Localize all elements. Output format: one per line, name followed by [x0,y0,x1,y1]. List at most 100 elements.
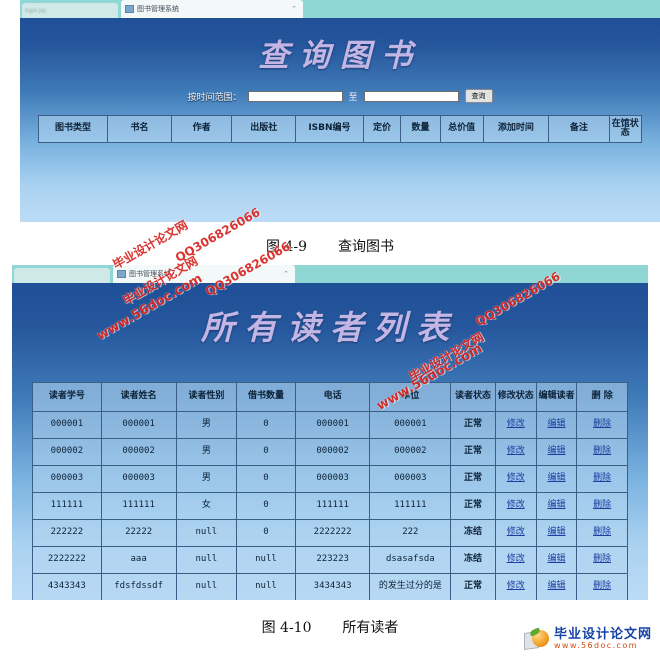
reader-borrowed-count: null [236,546,296,574]
edit-status-link[interactable]: 修改 [507,527,525,537]
reader-phone: 111111 [294,492,371,520]
readers-col-editstatus: 修改状态 [494,382,537,412]
books-col-instock: 在馆状态 [608,115,642,143]
reader-id: 111111 [32,492,102,520]
edit-status-link-cell: 修改 [494,492,537,520]
status-badge: 冻结 [450,546,496,574]
edit-status-link-cell: 修改 [494,438,537,466]
readers-col-editreader: 编辑读者 [535,382,578,412]
reader-phone: 000001 [294,411,371,439]
reader-sex: null [175,546,238,574]
date-range-separator: 至 [348,92,358,103]
table-row: 4343343 fdsfdssdf null null 3434343 的发生过分的是 正常… [32,573,628,600]
delete-link[interactable]: 删除 [593,581,611,591]
reader-phone: 3434343 [294,573,371,600]
site-logo: 毕业设计论文网 www.56doc.com [523,627,652,651]
status-badge: 正常 [450,573,496,600]
screenshot-query-books: login.jsp 图书管理系统 ⌃ 查询图书 按时间范围： 至 查询 图书类型… [20,0,660,222]
edit-reader-link[interactable]: 编辑 [547,473,565,483]
browser-active-tab[interactable]: 图书管理系统 ⌃ [121,0,303,18]
delete-link[interactable]: 删除 [593,554,611,564]
delete-link-cell: 删除 [576,438,628,466]
page-title: 查询图书 [258,38,422,74]
chevron-up-icon[interactable]: ⌃ [291,5,297,13]
reader-id: 4343343 [32,573,102,600]
figure-caption-1: 图 4-9 查询图书 [0,236,660,256]
reader-sex: 男 [175,411,238,439]
edit-reader-link[interactable]: 编辑 [547,554,565,564]
screenshot-all-readers: 图书管理系统 ⌃ 所有读者列表 读者学号 读者姓名 读者性别 借书数量 电话 单… [12,265,648,600]
status-badge: 正常 [450,492,496,520]
date-to-input[interactable] [363,90,459,102]
delete-link[interactable]: 删除 [593,419,611,429]
chevron-up-icon[interactable]: ⌃ [283,270,289,278]
browser-tab-strip-empty [303,0,660,18]
reader-sex: null [175,519,238,547]
edit-reader-link-cell: 编辑 [535,519,578,547]
figure-title-2: 所有读者 [342,620,399,636]
book-globe-icon [523,627,550,651]
edit-reader-link[interactable]: 编辑 [547,527,565,537]
books-table-header-row: 图书类型 书名 作者 出版社 ISBN编号 定价 数量 总价值 添加时间 备注 … [37,115,642,143]
page-icon [125,5,134,13]
delete-link[interactable]: 删除 [593,473,611,483]
browser-previous-tab-label: login.jsp [25,7,46,14]
delete-link-cell: 删除 [576,573,628,600]
reader-name: 000001 [100,411,177,439]
browser-tab-title-2: 图书管理系统 [129,270,171,278]
delete-link[interactable]: 删除 [593,500,611,510]
readers-col-delete: 删 除 [576,382,628,412]
date-from-input[interactable] [247,90,343,102]
edit-reader-link-cell: 编辑 [535,438,578,466]
page-icon [117,270,126,278]
books-col-press: 出版社 [231,115,297,143]
readers-table: 读者学号 读者姓名 读者性别 借书数量 电话 单位 读者状态 修改状态 编辑读者… [32,382,628,600]
delete-link[interactable]: 删除 [593,527,611,537]
edit-reader-link[interactable]: 编辑 [547,500,565,510]
reader-name: fdsfdssdf [100,573,177,600]
edit-reader-link[interactable]: 编辑 [547,419,565,429]
browser-tab-strip-2: 图书管理系统 ⌃ [12,265,648,283]
edit-reader-link[interactable]: 编辑 [547,446,565,456]
reader-phone: 000003 [294,465,371,493]
edit-reader-link-cell: 编辑 [535,492,578,520]
reader-borrowed-count: 0 [236,519,296,547]
table-row: 000001 000001 男 0 000001 000001 正常 修改 编辑 删除 [32,411,628,439]
search-bar: 按时间范围： 至 查询 [20,89,660,103]
readers-table-body: 000001 000001 男 0 000001 000001 正常 修改 编辑 删除 000002… [32,411,628,600]
readers-col-phone: 电话 [294,382,371,412]
browser-previous-tab[interactable]: login.jsp [22,3,118,18]
reader-borrowed-count: 0 [236,492,296,520]
reader-name: 000002 [100,438,177,466]
reader-id: 000001 [32,411,102,439]
edit-status-link[interactable]: 修改 [507,419,525,429]
readers-col-id: 读者学号 [32,382,102,412]
reader-id: 222222 [32,519,102,547]
edit-reader-link[interactable]: 编辑 [547,581,565,591]
delete-link[interactable]: 删除 [593,446,611,456]
reader-sex: null [175,573,238,600]
books-col-author: 作者 [170,115,233,143]
query-button[interactable]: 查询 [464,89,493,103]
edit-status-link[interactable]: 修改 [507,581,525,591]
reader-sex: 男 [175,465,238,493]
edit-status-link[interactable]: 修改 [507,554,525,564]
edit-status-link[interactable]: 修改 [507,473,525,483]
reader-borrowed-count: 0 [236,465,296,493]
reader-unit: 的发生过分的是 [369,573,452,600]
readers-col-status: 读者状态 [450,382,496,412]
delete-link-cell: 删除 [576,492,628,520]
edit-status-link[interactable]: 修改 [507,446,525,456]
figure-title-1: 查询图书 [337,239,394,255]
reader-sex: 女 [175,492,238,520]
edit-reader-link-cell: 编辑 [535,546,578,574]
books-col-type: 图书类型 [37,115,109,143]
reader-unit: 000002 [369,438,452,466]
edit-status-link-cell: 修改 [494,411,537,439]
books-col-isbn: ISBN编号 [295,115,364,143]
browser-previous-tab-2[interactable] [14,268,110,283]
edit-status-link[interactable]: 修改 [507,500,525,510]
reader-name: 000003 [100,465,177,493]
reader-sex: 男 [175,438,238,466]
browser-active-tab-2[interactable]: 图书管理系统 ⌃ [113,265,295,283]
